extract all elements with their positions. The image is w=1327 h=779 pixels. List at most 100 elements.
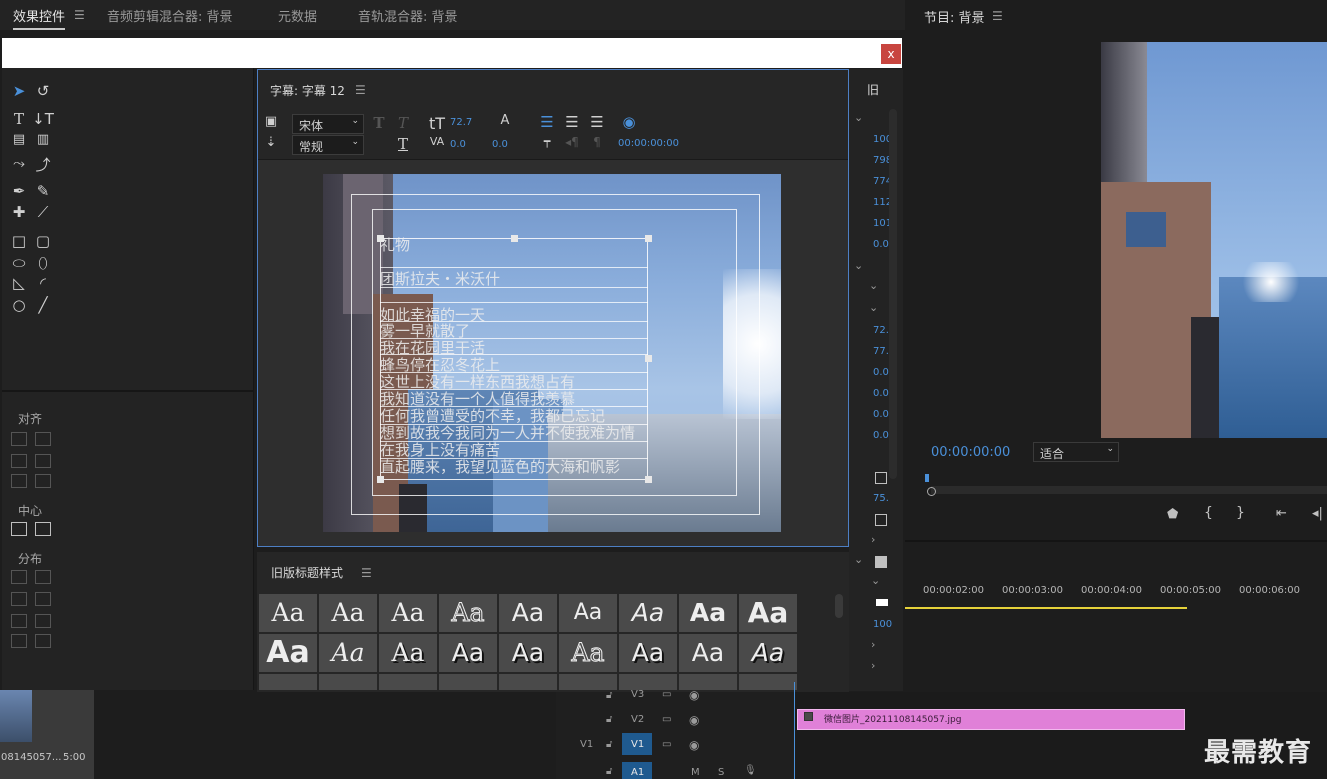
playhead-marker[interactable] — [925, 474, 929, 482]
lock-icon[interactable]: 🔓︎ — [606, 690, 612, 701]
chevron-down-icon[interactable]: ⌄ — [854, 553, 863, 566]
style-swatch[interactable] — [739, 674, 797, 690]
vertical-area-type-tool-icon[interactable]: ▥ — [32, 132, 54, 147]
rectangle-tool-icon[interactable]: □ — [8, 232, 30, 250]
style-swatch[interactable] — [559, 674, 617, 690]
distribute-icon[interactable] — [35, 614, 51, 628]
marker-icon[interactable]: ⬟ — [1167, 507, 1178, 522]
chevron-down-icon[interactable]: ⌄ — [869, 301, 878, 314]
convert-anchor-tool-icon[interactable]: ⟋ — [32, 203, 54, 221]
font-size-value[interactable]: 72.7 — [450, 117, 472, 128]
sync-lock-icon[interactable]: ▭ — [662, 714, 671, 725]
style-swatch[interactable] — [259, 674, 317, 690]
delete-anchor-tool-icon[interactable]: ✎ — [32, 182, 54, 200]
tab-stops-ruler-icon[interactable]: ┯ — [536, 135, 558, 148]
resize-handle[interactable] — [645, 476, 652, 483]
wedge-tool-icon[interactable]: ◺ — [8, 274, 30, 292]
work-area-bar[interactable] — [905, 607, 1187, 609]
mark-in-icon[interactable]: { — [1204, 505, 1213, 521]
panel-menu-icon[interactable]: ☰ — [992, 9, 1003, 23]
titler-timecode[interactable]: 00:00:00:00 — [618, 138, 679, 149]
rotation-tool-icon[interactable]: ↺ — [32, 82, 54, 100]
microphone-icon[interactable]: 🎙︎ — [744, 765, 757, 776]
distribute-icon[interactable] — [11, 634, 27, 648]
style-swatch[interactable]: Aa — [379, 594, 437, 632]
resize-handle[interactable] — [645, 235, 652, 242]
tab-effect-controls[interactable]: 效果控件 — [13, 6, 66, 30]
paragraph-icon[interactable]: ¶ — [586, 135, 608, 149]
mute-button[interactable]: M — [691, 767, 700, 778]
eye-icon[interactable]: ◉ — [689, 688, 699, 702]
style-swatch[interactable]: Aa — [619, 594, 677, 632]
color-swatch[interactable] — [876, 599, 888, 606]
property-value[interactable]: 0.0 — [873, 430, 889, 441]
resize-handle[interactable] — [645, 355, 652, 362]
sync-lock-icon[interactable]: ▭ — [662, 689, 671, 700]
rounded-rectangle-tool-icon[interactable]: ▢ — [32, 232, 54, 250]
chevron-down-icon[interactable]: ⌄ — [871, 574, 880, 587]
add-anchor-tool-icon[interactable]: ✚ — [8, 203, 30, 221]
property-value[interactable]: 72. — [873, 325, 889, 336]
styles-scrollbar[interactable] — [835, 594, 843, 618]
distribute-icon[interactable] — [35, 634, 51, 648]
track-label-v3[interactable]: V3 — [631, 689, 644, 700]
selection-tool-icon[interactable]: ➤ — [8, 82, 30, 100]
vertical-path-type-tool-icon[interactable]: ⤴ — [32, 154, 54, 175]
style-swatch[interactable]: Aa — [559, 594, 617, 632]
font-style-dropdown[interactable]: 常规 ⌄ — [292, 135, 364, 155]
tab-audio-clip-mixer[interactable]: 音频剪辑混合器: 背景 — [107, 6, 233, 25]
style-swatch[interactable]: Aa — [679, 594, 737, 632]
checkbox[interactable] — [875, 514, 887, 526]
leading-value[interactable]: 0.0 — [492, 139, 508, 150]
align-center-h-icon[interactable] — [11, 454, 27, 468]
align-top-icon[interactable] — [35, 432, 51, 446]
style-swatch[interactable]: Aa — [439, 634, 497, 672]
timeline-clip[interactable]: 微信图片_20211108145057.jpg — [797, 709, 1185, 730]
lock-icon[interactable]: 🔓︎ — [606, 766, 612, 777]
area-type-tool-icon[interactable]: ▤ — [8, 132, 30, 147]
solo-button[interactable]: S — [718, 767, 724, 778]
bold-icon[interactable]: T — [368, 114, 390, 132]
align-left-text-icon[interactable]: ☰ — [536, 113, 558, 131]
fit-dropdown[interactable]: 适合 ⌄ — [1033, 442, 1119, 462]
show-background-video-icon[interactable]: ◉ — [618, 113, 640, 131]
align-right-text-icon[interactable]: ☰ — [586, 113, 608, 131]
distribute-icon[interactable] — [11, 570, 27, 584]
eye-icon[interactable]: ◉ — [689, 713, 699, 727]
kerning-value[interactable]: 0.0 — [450, 139, 466, 150]
property-value[interactable]: 75. — [873, 493, 889, 504]
align-center-v-icon[interactable] — [35, 454, 51, 468]
ellipse-tool-icon[interactable]: ○ — [8, 296, 30, 314]
distribute-icon[interactable] — [11, 614, 27, 628]
rounded-corner-rectangle-tool-icon[interactable]: ⬯ — [32, 254, 54, 272]
property-value[interactable]: 100 — [873, 619, 892, 630]
tab-audio-track-mixer[interactable]: 音轨混合器: 背景 — [358, 6, 458, 25]
style-swatch[interactable]: Aa — [559, 634, 617, 672]
align-bottom-icon[interactable] — [35, 474, 51, 488]
align-center-text-icon[interactable]: ☰ — [561, 113, 583, 131]
checkbox[interactable] — [875, 472, 887, 484]
property-value[interactable]: 0.0 — [873, 409, 889, 420]
eye-icon[interactable]: ◉ — [689, 738, 699, 752]
background-video-icon[interactable]: ▣ — [260, 114, 282, 129]
style-swatch[interactable]: Aa — [619, 634, 677, 672]
type-tool-icon[interactable]: T — [8, 110, 30, 128]
italic-icon[interactable]: T — [392, 114, 414, 132]
track-label-a1[interactable]: A1 — [631, 767, 644, 778]
property-value[interactable]: 0.0 — [873, 239, 889, 250]
style-swatch[interactable]: Aa — [259, 594, 317, 632]
font-family-dropdown[interactable]: 宋体 ⌄ — [292, 114, 364, 134]
distribute-icon[interactable] — [35, 570, 51, 584]
mark-out-icon[interactable]: } — [1236, 505, 1245, 521]
distribute-icon[interactable] — [11, 592, 27, 606]
tab-metadata[interactable]: 元数据 — [278, 6, 317, 25]
style-swatch[interactable]: Aa — [739, 634, 797, 672]
pen-tool-icon[interactable]: ✒ — [8, 182, 30, 200]
style-swatch[interactable] — [499, 674, 557, 690]
style-swatch[interactable]: Aa — [739, 594, 797, 632]
playhead-handle[interactable] — [927, 487, 936, 496]
track-label-v1[interactable]: V1 — [631, 739, 644, 750]
line-tool-icon[interactable]: ╱ — [32, 296, 54, 314]
panel-menu-icon[interactable]: ☰ — [361, 566, 372, 580]
style-swatch[interactable] — [319, 674, 377, 690]
